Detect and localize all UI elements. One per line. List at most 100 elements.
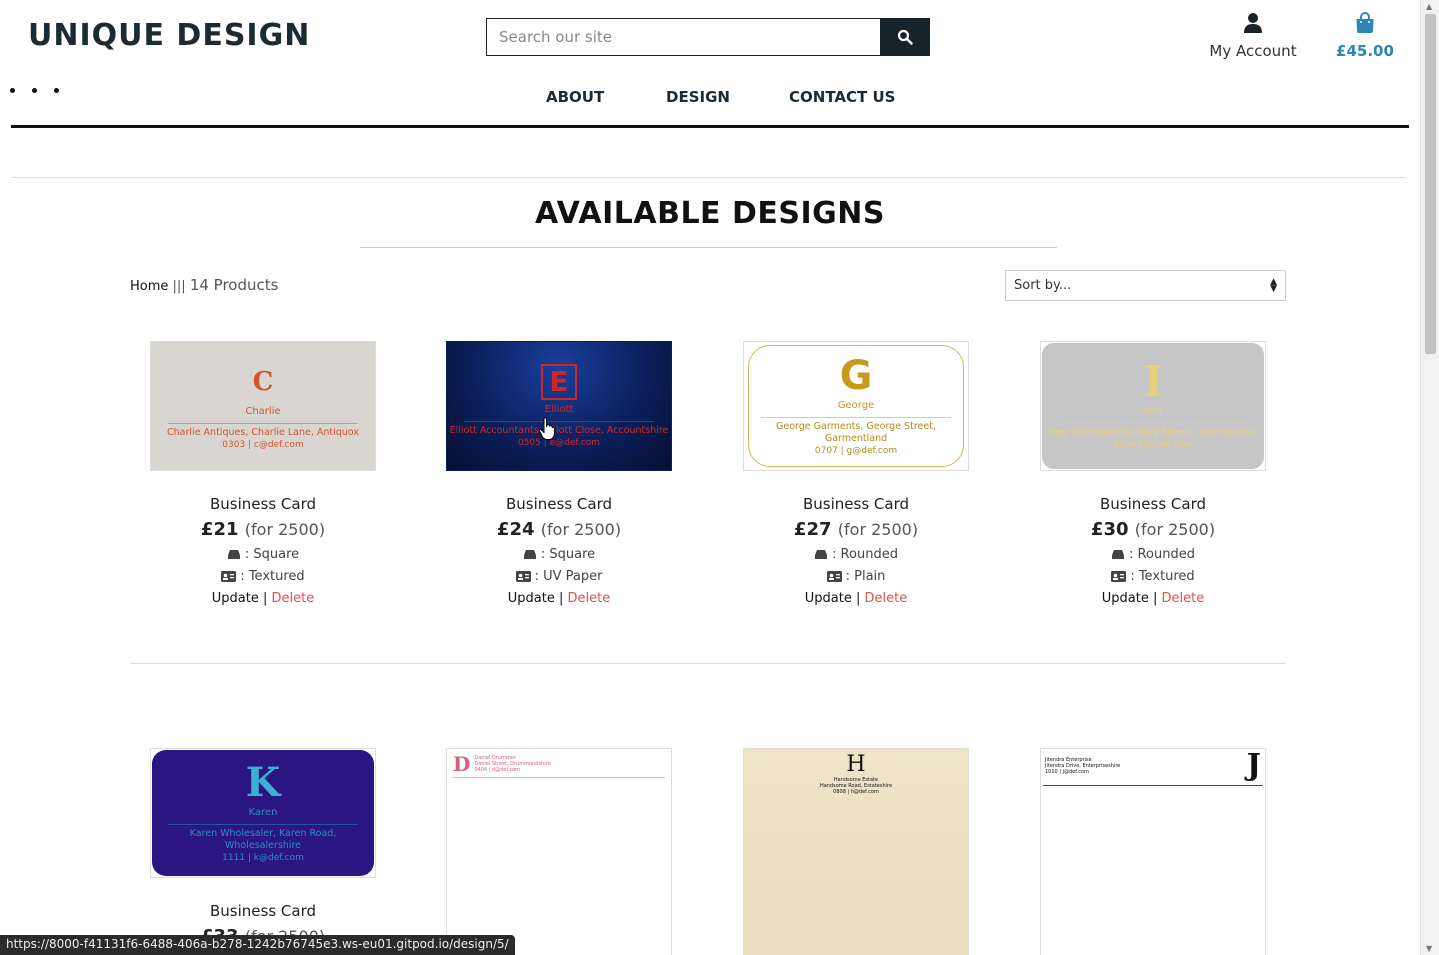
delete-link[interactable]: Delete <box>568 591 611 606</box>
paper-attribute: : UV Paper <box>446 569 672 584</box>
letterhead-thumbnail[interactable]: Jitendra Enterprise Jitendra Drive, Ente… <box>1040 748 1266 955</box>
design-person: Charlie <box>245 405 281 417</box>
shape-value: : Rounded <box>832 547 898 562</box>
action-separator: | <box>558 591 564 606</box>
sort-select[interactable]: Sort by... ▲ ▼ <box>1005 270 1286 301</box>
design-address: Elliott Accountants, Elliott Close, Acco… <box>449 424 669 436</box>
design-address: George Garments, George Street, Garmentl… <box>776 420 936 444</box>
paper-value: : Textured <box>1130 569 1195 584</box>
nav-contact-us[interactable]: CONTACT US <box>789 88 895 106</box>
paper-attribute: : Textured <box>150 569 376 584</box>
shape-value: : Rounded <box>1129 547 1195 562</box>
product-price: £30 (for 2500) <box>1040 519 1266 540</box>
delete-link[interactable]: Delete <box>865 591 908 606</box>
shape-value: : Square <box>540 547 596 562</box>
shape-value: : Square <box>244 547 300 562</box>
product-price: £21 (for 2500) <box>150 519 376 540</box>
letterhead-logo: H <box>846 752 866 777</box>
product-image[interactable]: C Charlie Charlie Antiques, Charlie Lane… <box>150 341 376 471</box>
price-value: £27 <box>793 519 832 540</box>
product-actions: Update | Delete <box>150 591 376 606</box>
search-input[interactable] <box>486 18 880 56</box>
letterhead-contact: 0404 | d@def.com <box>474 767 521 773</box>
sort-select-value: Sort by... <box>1014 278 1072 293</box>
mobile-menu-dots-icon[interactable] <box>10 88 59 93</box>
scrollbar-thumb[interactable] <box>1425 14 1436 354</box>
product-card: G George George Garments, George Street,… <box>743 341 969 606</box>
price-quantity: (for 2500) <box>837 520 919 539</box>
design-address: Karen Wholesaler, Karen Road, Wholesaler… <box>189 827 337 851</box>
product-count: 14 Products <box>189 276 279 294</box>
shape-attribute: : Square <box>150 547 376 562</box>
page-title: AVAILABLE DESIGNS <box>535 196 885 231</box>
letterhead-thumbnail[interactable]: H Handsome Estate Handsome Road, Estates… <box>743 748 969 955</box>
design-logo: G <box>839 352 873 399</box>
update-link[interactable]: Update <box>212 591 259 606</box>
breadcrumb-home-link[interactable]: Home <box>130 279 168 294</box>
shape-icon <box>1112 550 1125 559</box>
scroll-up-icon[interactable]: ▲ <box>1426 2 1432 11</box>
design-contact: 0505 | e@def.com <box>517 437 601 448</box>
delete-link[interactable]: Delete <box>272 591 315 606</box>
price-value: £24 <box>496 519 535 540</box>
design-person: Elliott <box>544 403 574 415</box>
product-image[interactable]: K Karen Karen Wholesaler, Karen Road, Wh… <box>150 748 376 878</box>
basket-link[interactable]: £45.00 <box>1334 12 1396 60</box>
product-name: Business Card <box>209 902 316 920</box>
product-price: £24 (for 2500) <box>446 519 672 540</box>
delete-link[interactable]: Delete <box>1162 591 1205 606</box>
header-divider <box>11 125 1409 128</box>
scroll-down-icon[interactable]: ▼ <box>1426 944 1432 953</box>
breadcrumb: Home ||| 14 Products <box>130 276 278 294</box>
design-logo: K <box>245 758 281 806</box>
product-name: Business Card <box>209 495 316 513</box>
search-button[interactable] <box>880 18 930 56</box>
design-person: George <box>837 399 875 411</box>
product-card: K Karen Karen Wholesaler, Karen Road, Wh… <box>150 748 376 947</box>
vertical-scrollbar[interactable]: ▲ ▼ <box>1420 0 1439 955</box>
design-divider <box>168 422 358 424</box>
my-account-link[interactable]: My Account <box>1205 12 1301 60</box>
product-image[interactable]: I Inez Inez International, Inez Street, … <box>1040 341 1266 471</box>
price-quantity: (for 2500) <box>1134 520 1216 539</box>
shape-attribute: : Rounded <box>1040 547 1266 562</box>
search-icon <box>897 29 913 45</box>
product-actions: Update | Delete <box>446 591 672 606</box>
basket-total: £45.00 <box>1336 42 1394 60</box>
product-card: E Elliott Elliott Accountants, Elliott C… <box>446 341 672 606</box>
my-account-label: My Account <box>1209 42 1297 60</box>
product-name: Business Card <box>1099 495 1206 513</box>
design-person: Karen <box>248 806 278 818</box>
update-link[interactable]: Update <box>805 591 852 606</box>
id-card-icon <box>826 571 842 582</box>
price-value: £21 <box>200 519 239 540</box>
shape-attribute: : Rounded <box>743 547 969 562</box>
design-person: Inez <box>1142 405 1164 417</box>
action-separator: | <box>1152 591 1158 606</box>
paper-attribute: : Plain <box>743 569 969 584</box>
user-icon <box>1244 13 1262 33</box>
design-logo: C <box>252 366 274 397</box>
paper-value: : Textured <box>240 569 305 584</box>
section-divider <box>11 177 1406 178</box>
action-separator: | <box>262 591 268 606</box>
design-divider <box>1058 422 1248 424</box>
title-underline <box>360 247 1057 248</box>
product-price: £27 (for 2500) <box>743 519 969 540</box>
search-form <box>486 18 930 56</box>
design-contact: 0707 | g@def.com <box>814 445 898 456</box>
letterhead-thumbnail[interactable]: D Daniel Drummer Daniel Street, Drummond… <box>446 748 672 955</box>
row-divider <box>130 663 1286 664</box>
update-link[interactable]: Update <box>508 591 555 606</box>
product-image[interactable]: E Elliott Elliott Accountants, Elliott C… <box>446 341 672 471</box>
letterhead-logo: J <box>1246 748 1261 783</box>
product-image[interactable]: G George George Garments, George Street,… <box>743 341 969 471</box>
product-name: Business Card <box>802 495 909 513</box>
breadcrumb-separator: ||| <box>172 279 186 294</box>
nav-design[interactable]: DESIGN <box>666 88 730 106</box>
id-card-icon <box>1111 571 1127 582</box>
letterhead-logo: D <box>453 752 471 776</box>
nav-about[interactable]: ABOUT <box>546 88 604 106</box>
site-logo[interactable]: UNIQUE DESIGN <box>28 18 310 53</box>
update-link[interactable]: Update <box>1102 591 1149 606</box>
